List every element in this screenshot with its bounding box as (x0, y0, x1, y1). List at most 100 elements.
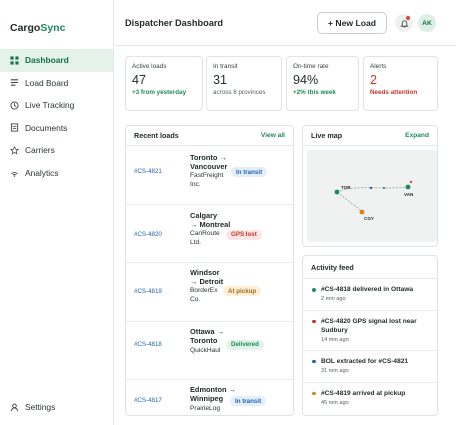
top-header: Dispatcher Dashboard + New Load AK (115, 0, 456, 46)
map-marker-cgy[interactable] (359, 209, 365, 215)
sidebar-item-label: Settings (25, 402, 56, 413)
stat-card-on-time-rate: On-time rate 94% +2% this week (286, 56, 359, 111)
route-destination: Montreal (199, 219, 231, 229)
table-row[interactable]: #CS-4820 Calgary → Montreal CanRoute Ltd. GP… (126, 205, 293, 264)
status-dot (312, 288, 316, 292)
feed-text: #CS-4818 delivered in Ottawa (321, 286, 413, 293)
table-row[interactable]: #CS-4818 Ottawa → Toronto QuickHaul Delivere… (126, 322, 293, 381)
sidebar-item-dashboard[interactable]: Dashboard (0, 49, 113, 72)
stat-value: 47 (132, 73, 147, 87)
route-origin: Windsor (190, 268, 220, 278)
route-destination: Toronto (190, 335, 218, 345)
route-carrier: PrairieLog (190, 405, 221, 413)
feed-text: BOL extracted for #CS-4821 (321, 357, 409, 365)
brand-accent: Sync (40, 22, 66, 34)
map-point (383, 187, 385, 189)
sidebar-item-live-tracking[interactable]: Live Tracking (0, 94, 113, 117)
notification-dot (406, 16, 410, 20)
list-icon (10, 78, 19, 87)
feed-item[interactable]: #CS-4820 GPS signal lost near Sudbury 14 … (303, 311, 437, 351)
live-map-card: Live map Expand TOR VAN CGY (302, 125, 438, 247)
status-badge: Delivered (226, 339, 264, 350)
avatar[interactable]: AK (418, 14, 436, 32)
load-id[interactable]: #CS-4817 (134, 397, 162, 404)
table-row[interactable]: #CS-4817 Edmonton → Winnipeg PrairieLog In t… (126, 380, 293, 415)
page-title: Dispatcher Dashboard (125, 18, 224, 28)
route-destination: Vancouver (190, 162, 228, 171)
status-badge: At pickup (223, 286, 262, 297)
view-all-link[interactable]: View all (261, 132, 285, 139)
loads-list: #CS-4821 Toronto → Vancouver FastFreight In… (126, 146, 293, 415)
status-dot (312, 359, 316, 364)
route-arrow: → (216, 326, 225, 336)
load-route: Ottawa → Toronto QuickHaul (190, 327, 224, 355)
user-icon (10, 403, 19, 412)
map-marker-label: VAN (404, 192, 414, 197)
route-carrier: FastFreight Inc. (190, 172, 224, 188)
stat-sub: Needs attention (370, 89, 418, 96)
route-carrier: QuickHaul (190, 346, 221, 354)
card-title: Live map (311, 131, 343, 140)
sidebar-item-settings[interactable]: Settings (0, 396, 113, 419)
load-id[interactable]: #CS-4819 (134, 288, 162, 295)
notifications-button[interactable] (395, 14, 413, 32)
route-origin: Toronto (190, 153, 218, 162)
signal-icon (10, 168, 19, 177)
sidebar-item-analytics[interactable]: Analytics (0, 162, 113, 185)
activity-feed-header: Activity feed (303, 256, 437, 279)
feed-time: 45 min ago (321, 399, 349, 406)
load-route: Calgary → Montreal CanRoute Ltd. (190, 211, 230, 247)
map-marker-label: TOR (341, 185, 351, 190)
map-marker-van[interactable] (405, 184, 411, 190)
brand-logo[interactable]: CargoSync (10, 22, 65, 34)
route-carrier: BorderEx Co. (190, 287, 218, 304)
sidebar-item-carriers[interactable]: Carriers (0, 139, 113, 162)
brand-name: Cargo (10, 22, 41, 34)
load-id[interactable]: #CS-4820 (134, 231, 162, 238)
status-badge: GPS lost (226, 229, 262, 240)
status-badge: In transit (231, 167, 268, 177)
expand-map-link[interactable]: Expand (405, 132, 429, 139)
feed-item[interactable]: #CS-4818 delivered in Ottawa 2 min ago (303, 279, 437, 311)
sidebar-nav: Dashboard Load Board Live Tracking Docum… (0, 49, 113, 184)
activity-feed-card: Activity feed #CS-4818 delivered in Otta… (302, 255, 438, 416)
map-marker-tor[interactable] (334, 189, 340, 195)
sidebar-item-label: Load Board (25, 77, 69, 88)
table-row[interactable]: #CS-4819 Windsor → Detroit BorderEx Co. At p… (126, 263, 293, 322)
stat-card-alerts[interactable]: Alerts 2 Needs attention (363, 56, 438, 111)
route-destination: Winnipeg (190, 394, 224, 404)
route-arrow: → (190, 219, 198, 229)
table-row[interactable]: #CS-4821 Toronto → Vancouver FastFreight In… (126, 146, 293, 205)
stat-value: 94% (293, 73, 319, 87)
sidebar-item-load-board[interactable]: Load Board (0, 72, 113, 95)
load-id[interactable]: #CS-4818 (134, 341, 162, 348)
route-destination: Detroit (199, 277, 224, 287)
sidebar-item-label: Live Tracking (25, 100, 75, 111)
map-point (369, 186, 373, 190)
feed-text: #CS-4820 GPS signal lost near Sudbury (321, 317, 417, 334)
stat-card-active-loads: Active loads 47 +3 from yesterday (125, 56, 203, 111)
stat-sub: +3 from yesterday (132, 89, 187, 96)
stat-label: In transit (213, 63, 238, 70)
stat-value: 2 (370, 73, 378, 87)
feed-item[interactable]: BOL extracted for #CS-4821 31 min ago (303, 351, 437, 383)
sidebar-item-label: Carriers (25, 145, 55, 156)
stat-value: 31 (213, 73, 228, 87)
route-arrow: → (190, 277, 198, 287)
load-route: Toronto → Vancouver FastFreight Inc. (190, 153, 230, 189)
feed-item[interactable]: #CS-4819 arrived at pickup 45 min ago (303, 383, 437, 415)
new-load-button[interactable]: + New Load (317, 12, 387, 34)
load-route: Windsor → Detroit BorderEx Co. (190, 268, 224, 304)
route-arrow: → (228, 385, 236, 395)
stat-card-in-transit: In transit 31 across 8 provinces (206, 56, 282, 111)
load-id[interactable]: #CS-4821 (134, 168, 162, 175)
route-origin: Ottawa (190, 326, 215, 336)
stat-sub: across 8 provinces (213, 89, 266, 96)
status-dot (312, 391, 316, 396)
card-title: Recent loads (134, 131, 179, 140)
sidebar-item-documents[interactable]: Documents (0, 117, 113, 140)
route-origin: Calgary (190, 210, 218, 220)
card-title: Activity feed (311, 262, 354, 272)
live-map-header: Live map Expand (303, 126, 437, 146)
map-canvas[interactable]: TOR VAN CGY (307, 150, 437, 242)
